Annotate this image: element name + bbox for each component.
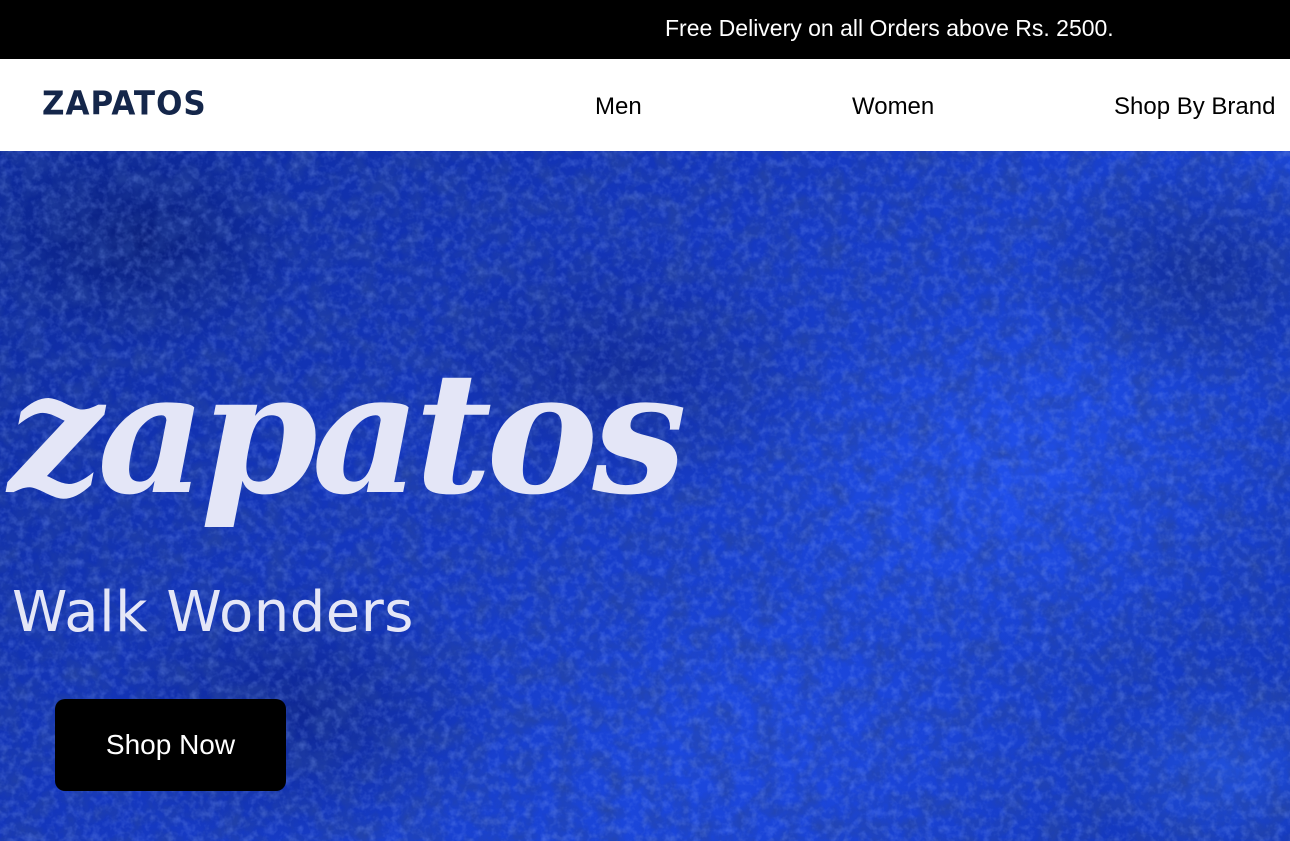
nav-link-women[interactable]: Women: [852, 93, 934, 121]
site-header: ZAPATOS Men Women Shop By Brand: [0, 59, 1290, 151]
nav-link-shop-by-brand[interactable]: Shop By Brand: [1114, 93, 1275, 121]
hero-tagline: Walk Wonders: [12, 580, 414, 645]
announcement-text: Free Delivery on all Orders above Rs. 25…: [665, 15, 1114, 41]
hero-banner: zapatos Walk Wonders Shop Now: [0, 151, 1290, 841]
brand-logo[interactable]: ZAPATOS: [42, 85, 207, 123]
nav-link-men[interactable]: Men: [595, 93, 642, 121]
announcement-bar: Free Delivery on all Orders above Rs. 25…: [0, 0, 1290, 59]
shop-now-button[interactable]: Shop Now: [55, 699, 286, 791]
hero-wordmark: zapatos: [8, 334, 687, 532]
